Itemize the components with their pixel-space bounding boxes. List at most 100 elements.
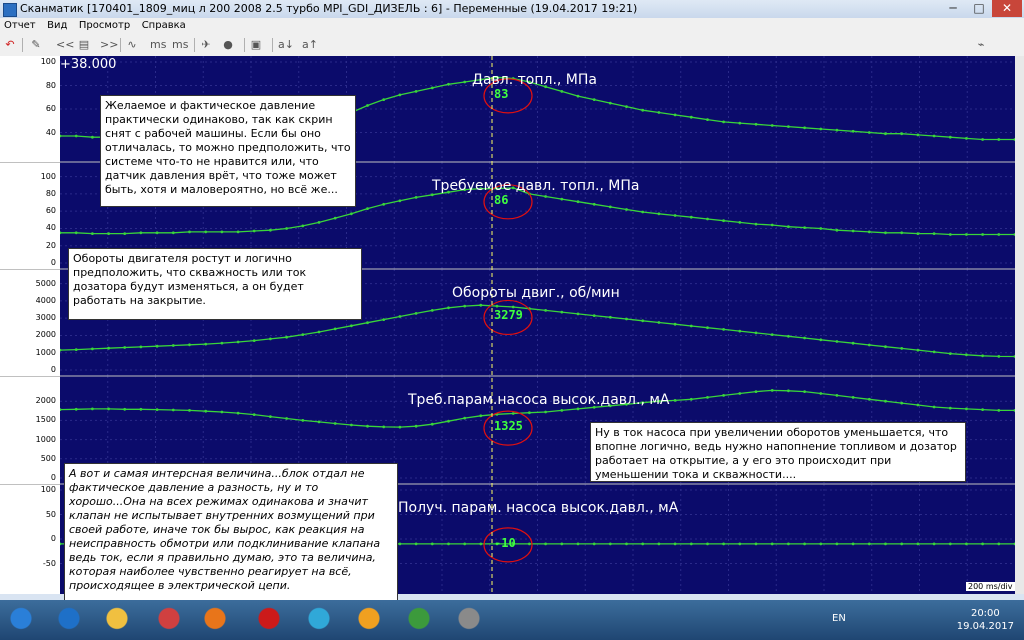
trace-point bbox=[981, 138, 984, 141]
menu-help[interactable]: Справка bbox=[138, 19, 190, 32]
trace-point bbox=[91, 232, 94, 236]
toolbar-separator bbox=[244, 38, 245, 52]
y-tick-label: 60 bbox=[45, 206, 56, 216]
y-tick-label: 0 bbox=[50, 365, 56, 374]
trace-point bbox=[366, 104, 369, 107]
trace-point bbox=[754, 542, 758, 546]
toolbar-separator bbox=[194, 38, 195, 52]
y-tick-label: 0 bbox=[50, 534, 56, 543]
trace-point bbox=[350, 423, 353, 427]
trace-point bbox=[738, 329, 742, 333]
taskbar: EN 20:00 19.04.2017 bbox=[0, 600, 1024, 640]
font-large-icon[interactable]: a↑ bbox=[302, 37, 318, 53]
opera-icon[interactable] bbox=[250, 604, 288, 636]
y-tick-label: 60 bbox=[45, 104, 56, 113]
trace-point bbox=[884, 345, 887, 349]
note-rpm: Обороты двигателя ростут и логично предп… bbox=[68, 248, 362, 320]
trace-point bbox=[60, 231, 62, 235]
trace-point bbox=[689, 542, 693, 546]
trace-point bbox=[884, 399, 887, 403]
minimize-button[interactable]: ─ bbox=[940, 0, 966, 17]
cursor-value: 86 bbox=[494, 192, 509, 207]
trace-point bbox=[60, 348, 62, 352]
trace-point bbox=[188, 230, 191, 234]
trace-point bbox=[803, 226, 806, 230]
y-tick-label: -50 bbox=[42, 558, 56, 568]
trace-point bbox=[965, 353, 968, 357]
ie-icon[interactable] bbox=[50, 604, 88, 636]
trace-point bbox=[447, 306, 450, 310]
menu-view[interactable]: Вид bbox=[43, 19, 71, 32]
trace-point bbox=[738, 542, 742, 546]
trace-point bbox=[220, 410, 224, 414]
trace-point bbox=[382, 318, 386, 321]
y-tick-label: 80 bbox=[45, 80, 56, 90]
search-app-icon[interactable] bbox=[350, 604, 388, 636]
trace-point bbox=[803, 542, 806, 546]
forward-icon[interactable]: >> bbox=[100, 37, 118, 53]
start-orb-icon[interactable] bbox=[4, 604, 38, 636]
maximize-button[interactable]: □ bbox=[966, 0, 992, 17]
trace-point bbox=[220, 230, 224, 234]
trace-point bbox=[463, 304, 467, 308]
clock[interactable]: 20:00 19.04.2017 bbox=[957, 607, 1014, 633]
trace-point bbox=[770, 223, 774, 227]
ms-minus-icon[interactable]: ms bbox=[150, 37, 166, 53]
mail-icon[interactable] bbox=[300, 604, 338, 636]
language-indicator[interactable]: EN bbox=[832, 613, 846, 624]
back-arrow-icon[interactable]: ↶ bbox=[4, 37, 16, 53]
firefox-icon[interactable] bbox=[196, 604, 234, 636]
window-title: Сканматик [170401_1809_миц л 200 2008 2.… bbox=[20, 2, 638, 15]
ms-plus-icon[interactable]: ms bbox=[172, 37, 188, 53]
usb-icon[interactable]: ⌁ bbox=[975, 37, 987, 53]
trace-point bbox=[673, 542, 677, 546]
trace-point bbox=[366, 207, 369, 211]
explorer-icon[interactable] bbox=[98, 604, 136, 636]
record-icon[interactable]: ● bbox=[222, 37, 234, 53]
trace-point bbox=[220, 341, 224, 345]
trace-point bbox=[479, 303, 483, 307]
trace-point bbox=[592, 202, 596, 206]
trace-point bbox=[754, 331, 758, 335]
trace-point bbox=[625, 317, 628, 321]
trace-point bbox=[382, 202, 386, 206]
trace-point bbox=[576, 94, 580, 98]
media-player-icon[interactable] bbox=[150, 604, 188, 636]
trace-point bbox=[252, 229, 256, 233]
trace-point bbox=[803, 390, 806, 393]
image-icon[interactable]: ▣ bbox=[250, 37, 262, 53]
trace-point bbox=[398, 542, 402, 546]
trace-point bbox=[787, 542, 790, 546]
edit-icon[interactable]: ✎ bbox=[30, 37, 42, 53]
trace-point bbox=[948, 542, 952, 546]
vertical-scrollbar[interactable] bbox=[1015, 56, 1024, 594]
trace-point bbox=[706, 326, 709, 330]
trace-point bbox=[60, 542, 62, 546]
trace-point bbox=[430, 422, 434, 426]
panel-title: Давл. топл., МПа bbox=[472, 72, 597, 88]
menu-browse[interactable]: Просмотр bbox=[75, 19, 134, 32]
wave-icon[interactable]: ∿ bbox=[126, 37, 138, 53]
list-icon[interactable]: ▤ bbox=[78, 37, 90, 53]
trace-point bbox=[592, 98, 596, 101]
trace-point bbox=[301, 419, 305, 422]
trace-point bbox=[835, 340, 839, 343]
font-small-icon[interactable]: a↓ bbox=[278, 37, 294, 53]
close-button[interactable]: ✕ bbox=[992, 0, 1022, 17]
trace-point bbox=[738, 392, 742, 395]
trace-point bbox=[398, 93, 402, 97]
trace-point bbox=[787, 334, 790, 338]
trace-point bbox=[965, 542, 968, 546]
y-tick-label: 100 bbox=[40, 171, 56, 181]
scanmatik-icon[interactable] bbox=[450, 604, 488, 636]
chrome-icon[interactable] bbox=[400, 604, 438, 636]
title-bar: Сканматик [170401_1809_миц л 200 2008 2.… bbox=[0, 0, 1024, 19]
trace-point bbox=[997, 233, 1001, 236]
trace-point bbox=[965, 233, 968, 236]
y-tick-label: 4000 bbox=[35, 295, 56, 305]
trace-point bbox=[430, 309, 434, 312]
menu-report[interactable]: Отчет bbox=[0, 19, 40, 32]
rewind-icon[interactable]: << bbox=[56, 37, 74, 53]
trace-point bbox=[706, 217, 709, 221]
marker-icon[interactable]: ✈ bbox=[200, 37, 212, 53]
